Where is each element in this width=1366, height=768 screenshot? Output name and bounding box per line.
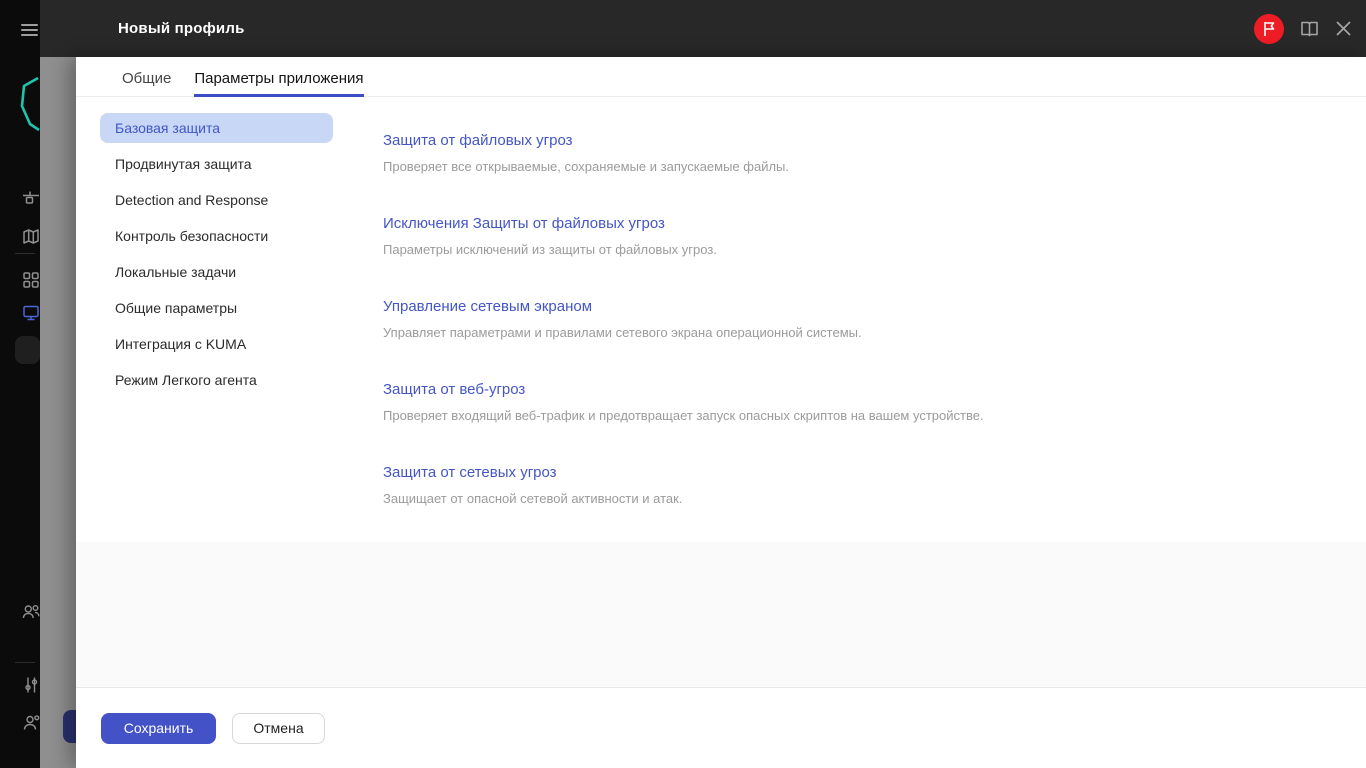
tab-bar: Общие Параметры приложения — [76, 57, 1366, 97]
cancel-button[interactable]: Отмена — [232, 713, 325, 744]
setting-link[interactable]: Исключения Защиты от файловых угроз — [383, 214, 665, 234]
sidebar-active-item[interactable] — [15, 336, 40, 364]
apps-grid-icon[interactable] — [22, 271, 40, 289]
save-button[interactable]: Сохранить — [101, 713, 216, 744]
empty-content-area — [76, 542, 1366, 687]
setting-file-threat-exclusions: Исключения Защиты от файловых угроз Пара… — [383, 214, 984, 259]
sidebar-divider — [15, 662, 35, 663]
setting-description: Проверяет все открываемые, сохраняемые и… — [383, 158, 984, 176]
tab-application-settings[interactable]: Параметры приложения — [194, 57, 363, 97]
users-icon[interactable] — [22, 603, 40, 621]
app-sidebar — [0, 0, 40, 768]
category-list: Базовая защита Продвинутая защита Detect… — [100, 113, 333, 542]
setting-link[interactable]: Управление сетевым экраном — [383, 297, 592, 317]
setting-link[interactable]: Защита от сетевых угроз — [383, 463, 557, 483]
network-icon[interactable] — [22, 190, 40, 208]
dimmed-page-overlay — [40, 57, 76, 768]
category-item-basic-protection[interactable]: Базовая защита — [100, 113, 333, 143]
flag-icon — [1261, 20, 1277, 37]
setting-description: Проверяет входящий веб-трафик и предотвр… — [383, 407, 984, 425]
account-icon[interactable] — [22, 714, 40, 732]
help-book-icon[interactable] — [1300, 20, 1319, 37]
category-item-detection-and-response[interactable]: Detection and Response — [100, 185, 333, 215]
category-item-light-agent-mode[interactable]: Режим Легкого агента — [100, 365, 333, 395]
setting-link[interactable]: Защита от файловых угроз — [383, 131, 573, 151]
category-item-advanced-protection[interactable]: Продвинутая защита — [100, 149, 333, 179]
setting-file-threat-protection: Защита от файловых угроз Проверяет все о… — [383, 131, 984, 176]
whats-new-flag-badge[interactable] — [1254, 14, 1284, 44]
setting-link[interactable]: Защита от веб-угроз — [383, 380, 525, 400]
close-icon[interactable] — [1335, 20, 1352, 37]
modal-footer: Сохранить Отмена — [76, 687, 1366, 768]
map-icon[interactable] — [22, 228, 40, 246]
tune-icon[interactable] — [22, 676, 40, 694]
dimmed-background-button — [63, 710, 76, 743]
setting-description: Параметры исключений из защиты от файлов… — [383, 241, 984, 259]
setting-firewall-management: Управление сетевым экраном Управляет пар… — [383, 297, 984, 342]
category-item-kuma-integration[interactable]: Интеграция с KUMA — [100, 329, 333, 359]
sidebar-divider — [15, 253, 35, 254]
monitor-icon[interactable] — [22, 304, 40, 322]
new-profile-modal: Общие Параметры приложения Базовая защит… — [76, 57, 1366, 768]
category-item-security-controls[interactable]: Контроль безопасности — [100, 221, 333, 251]
setting-web-threat-protection: Защита от веб-угроз Проверяет входящий в… — [383, 380, 984, 425]
tab-general[interactable]: Общие — [122, 57, 171, 97]
setting-network-threat-protection: Защита от сетевых угроз Защищает от опас… — [383, 463, 984, 508]
modal-body: Базовая защита Продвинутая защита Detect… — [76, 97, 1366, 542]
page-title: Новый профиль — [118, 20, 245, 37]
category-item-general-settings[interactable]: Общие параметры — [100, 293, 333, 323]
kaspersky-logo — [12, 76, 40, 132]
settings-list: Защита от файловых угроз Проверяет все о… — [383, 113, 984, 542]
setting-description: Управляет параметрами и правилами сетево… — [383, 324, 984, 342]
setting-description: Защищает от опасной сетевой активности и… — [383, 490, 984, 508]
menu-hamburger-icon[interactable] — [21, 24, 38, 38]
category-item-local-tasks[interactable]: Локальные задачи — [100, 257, 333, 287]
modal-header: Новый профиль — [40, 0, 1366, 57]
